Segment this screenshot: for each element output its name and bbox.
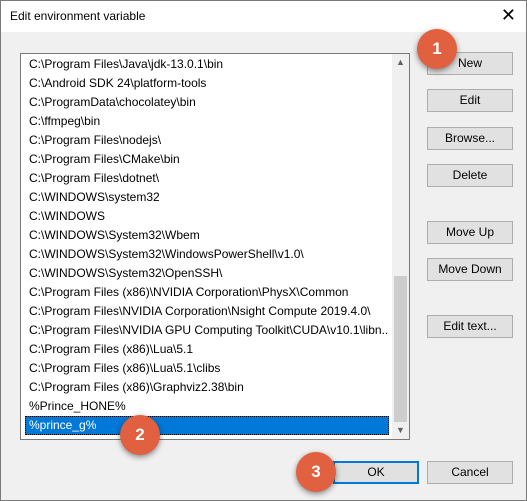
ok-button[interactable]: OK <box>333 461 419 484</box>
title-bar: Edit environment variable ✕ <box>1 1 526 32</box>
edit-text-button[interactable]: Edit text... <box>427 315 513 338</box>
list-item[interactable]: C:\Program Files (x86)\Lua\5.1\clibs <box>25 359 389 378</box>
list-item[interactable]: C:\WINDOWS\system32 <box>25 188 389 207</box>
scroll-down-arrow-icon[interactable]: ▼ <box>392 422 409 439</box>
scroll-up-arrow-icon[interactable]: ▲ <box>392 54 409 71</box>
list-item[interactable]: C:\Program Files\NVIDIA GPU Computing To… <box>25 321 389 340</box>
list-item[interactable]: C:\ProgramData\chocolatey\bin <box>25 93 389 112</box>
list-item[interactable]: C:\Program Files\Java\jdk-13.0.1\bin <box>25 55 389 74</box>
list-item[interactable]: C:\Program Files\nodejs\ <box>25 131 389 150</box>
step-badge-2: 2 <box>120 415 160 455</box>
close-icon[interactable]: ✕ <box>501 5 516 25</box>
step-badge-1: 1 <box>417 29 457 69</box>
list-item[interactable]: C:\WINDOWS <box>25 207 389 226</box>
list-item[interactable]: C:\Program Files (x86)\Graphviz2.38\bin <box>25 378 389 397</box>
browse-button[interactable]: Browse... <box>427 127 513 150</box>
delete-button[interactable]: Delete <box>427 164 513 187</box>
vertical-scrollbar[interactable]: ▲ ▼ <box>392 54 409 439</box>
list-item[interactable]: C:\WINDOWS\System32\OpenSSH\ <box>25 264 389 283</box>
edit-button[interactable]: Edit <box>427 89 513 112</box>
list-item[interactable]: C:\WINDOWS\System32\WindowsPowerShell\v1… <box>25 245 389 264</box>
list-item[interactable]: C:\Program Files\CMake\bin <box>25 150 389 169</box>
list-item[interactable]: C:\WINDOWS\System32\Wbem <box>25 226 389 245</box>
path-list-items: C:\Program Files\Java\jdk-13.0.1\bin C:\A… <box>21 54 393 439</box>
move-up-button[interactable]: Move Up <box>427 221 513 244</box>
list-item[interactable]: C:\Program Files\NVIDIA Corporation\Nsig… <box>25 302 389 321</box>
edit-environment-variable-dialog: Edit environment variable ✕ C:\Program F… <box>0 0 527 501</box>
cancel-button[interactable]: Cancel <box>427 461 513 484</box>
list-item[interactable]: C:\Program Files (x86)\Lua\5.1 <box>25 340 389 359</box>
path-list[interactable]: C:\Program Files\Java\jdk-13.0.1\bin C:\A… <box>20 53 410 440</box>
dialog-title: Edit environment variable <box>10 9 146 23</box>
list-item[interactable]: C:\Program Files\dotnet\ <box>25 169 389 188</box>
list-item[interactable]: C:\Program Files (x86)\NVIDIA Corporatio… <box>25 283 389 302</box>
list-item[interactable]: %Prince_HONE% <box>25 397 389 416</box>
scrollbar-thumb[interactable] <box>394 276 407 422</box>
step-badge-3: 3 <box>296 452 336 492</box>
list-item[interactable]: C:\ffmpeg\bin <box>25 112 389 131</box>
list-item[interactable]: %prince_g% <box>25 416 389 435</box>
move-down-button[interactable]: Move Down <box>427 258 513 281</box>
list-item[interactable]: C:\Android SDK 24\platform-tools <box>25 74 389 93</box>
